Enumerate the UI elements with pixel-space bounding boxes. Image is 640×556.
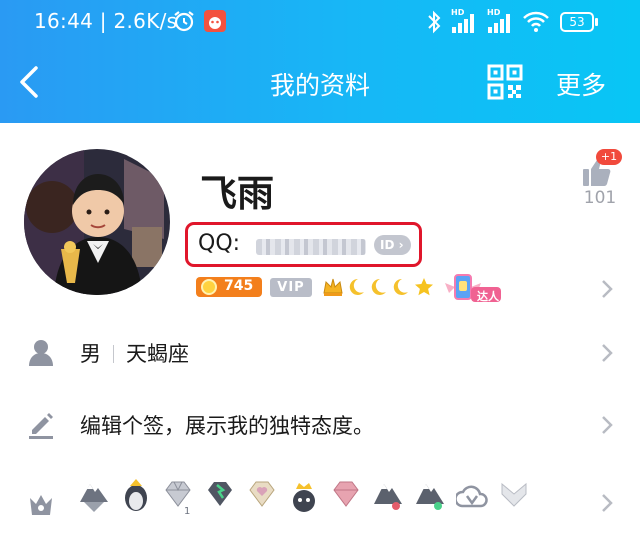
- signature-row[interactable]: 编辑个签，展示我的独特态度。: [0, 390, 640, 460]
- qq-label: QQ:: [198, 231, 241, 256]
- medal-mountain-2-icon: [374, 484, 402, 510]
- title-bar: 我的资料 更多: [0, 52, 640, 114]
- battery-level: 53: [569, 15, 585, 29]
- chevron-right-icon[interactable]: [600, 492, 614, 514]
- signal-bars-icon: [452, 14, 474, 33]
- coin-value: 745: [224, 278, 254, 294]
- signature-text: 编辑个签，展示我的独特态度。: [80, 414, 374, 438]
- chevron-right-icon[interactable]: [600, 342, 614, 364]
- like-counter[interactable]: +1 101: [578, 149, 622, 211]
- medal-chevron-icon: [501, 482, 527, 507]
- star-level-icon: [415, 278, 433, 296]
- battery-tip: [595, 18, 598, 26]
- moon-level-icon: [393, 278, 408, 295]
- status-bar: 16:44 | 2.6K/s HD HD 53: [0, 0, 640, 44]
- moon-level-icon: [349, 278, 364, 295]
- page-title: 我的资料: [269, 71, 370, 100]
- bluetooth-icon: [428, 10, 441, 34]
- id-chevron-icon: ›: [398, 238, 404, 252]
- talent-badge-label: 达人: [477, 290, 499, 303]
- more-button[interactable]: 更多: [556, 66, 606, 102]
- avatar[interactable]: [24, 149, 170, 295]
- divider: [113, 345, 114, 363]
- vip-badge[interactable]: VIP: [270, 278, 312, 297]
- coin-icon: [201, 279, 217, 295]
- chevron-right-icon[interactable]: [600, 278, 614, 300]
- profile-name: 飞雨: [200, 172, 274, 215]
- medal-mountain-3-icon: [416, 484, 444, 510]
- medal-penguin-icon: [125, 479, 147, 511]
- medal-heart-diamond-icon: [249, 481, 275, 507]
- medal-box-icon: [30, 495, 52, 515]
- edit-pencil-icon: [29, 413, 53, 439]
- moon-level-icon: [371, 278, 386, 295]
- status-time-speed: 16:44 | 2.6K/s: [34, 9, 178, 33]
- medal-mountain-icon: [80, 484, 108, 512]
- qq-number-blurred: [256, 239, 366, 255]
- profile-card[interactable]: 飞雨 QQ: ID › 745 VIP 达人 +1 101: [0, 123, 640, 318]
- id-card-button[interactable]: ID ›: [374, 235, 411, 255]
- medals-row[interactable]: 1: [0, 468, 640, 538]
- qr-code-icon[interactable]: [487, 64, 523, 100]
- gender-zodiac-row[interactable]: 男 天蝎座: [0, 318, 640, 388]
- alarm-icon: [174, 11, 194, 32]
- badge-row[interactable]: 745 VIP 达人: [196, 273, 516, 303]
- crown-level-icon: [323, 278, 343, 296]
- gender-zodiac-text: 男 天蝎座: [80, 338, 189, 368]
- medal-crown-penguin-icon: [293, 483, 315, 512]
- header: 16:44 | 2.6K/s HD HD 53 我的资料 更多: [0, 0, 640, 123]
- qq-number-highlight: QQ: ID ›: [185, 222, 422, 267]
- signal-bars-2-icon: [488, 14, 510, 33]
- app-notification-icon: [204, 10, 226, 32]
- gender-value: 男: [80, 342, 101, 366]
- zodiac-value: 天蝎座: [126, 342, 189, 366]
- like-count: 101: [583, 188, 617, 208]
- svg-text:1: 1: [184, 506, 190, 516]
- person-icon: [29, 340, 53, 366]
- like-plus-badge: +1: [596, 149, 622, 165]
- wifi-icon: [523, 11, 549, 32]
- medal-pink-gem-icon: [333, 481, 359, 507]
- medal-list[interactable]: 1: [78, 476, 527, 520]
- coin-badge[interactable]: 745: [196, 277, 262, 297]
- medal-diamond-icon: 1: [165, 481, 191, 516]
- medal-cloud-v-icon: [456, 485, 488, 508]
- medal-green-diamond-icon: [208, 482, 232, 506]
- battery-icon: 53: [560, 12, 594, 32]
- id-badge-label: ID: [380, 238, 395, 252]
- chevron-right-icon[interactable]: [600, 414, 614, 436]
